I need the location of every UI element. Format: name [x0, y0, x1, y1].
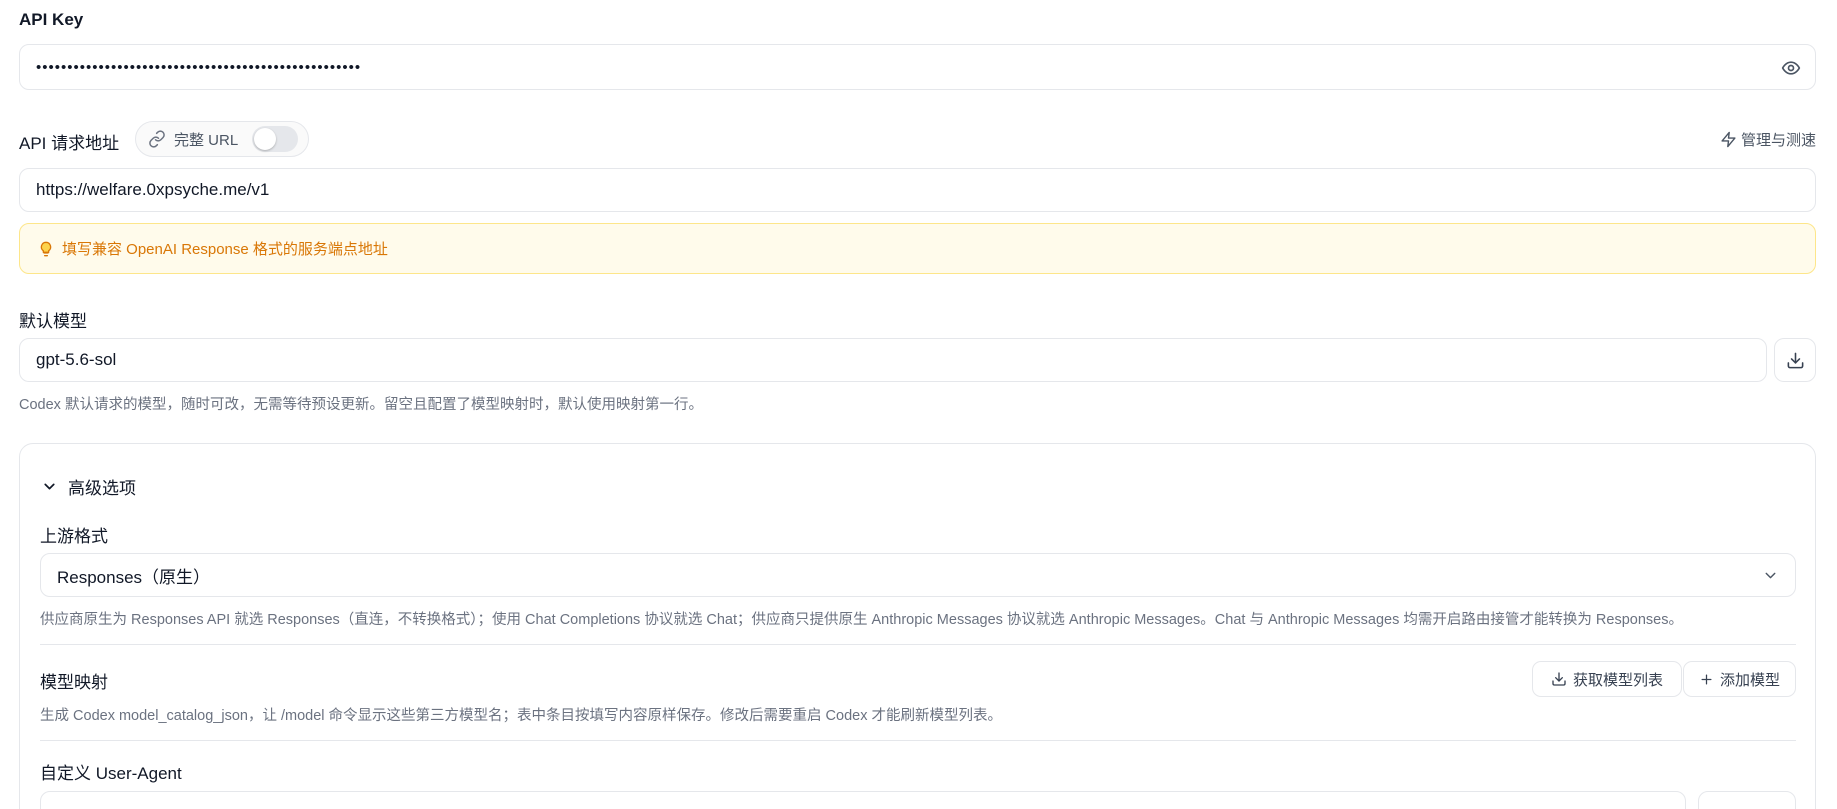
api-key-label: API Key	[19, 10, 84, 29]
api-url-label: API 请求地址	[19, 134, 120, 153]
model-mapping-hint: 生成 Codex model_catalog_json，让 /model 命令显…	[40, 708, 1002, 724]
lightbulb-icon	[38, 241, 54, 257]
default-model-value: gpt-5.6-sol	[36, 350, 117, 369]
manage-speedtest-button[interactable]: 管理与测速	[1720, 129, 1816, 150]
fetch-model-list-button[interactable]: 获取模型列表	[1532, 661, 1682, 697]
fetch-model-list-label: 获取模型列表	[1572, 671, 1663, 689]
user-agent-action-button[interactable]	[1698, 791, 1796, 809]
divider	[40, 644, 1796, 645]
api-key-input[interactable]: ••••••••••••••••••••••••••••••••••••••••…	[19, 44, 1816, 90]
upstream-format-hint: 供应商原生为 Responses API 就选 Responses（直连，不转换…	[40, 612, 1683, 628]
eye-icon[interactable]	[1781, 58, 1801, 78]
add-model-label: 添加模型	[1719, 671, 1780, 689]
chevron-down-icon	[41, 478, 58, 495]
link-icon	[148, 130, 166, 148]
default-model-input[interactable]: gpt-5.6-sol	[19, 338, 1767, 382]
api-key-value: ••••••••••••••••••••••••••••••••••••••••…	[36, 58, 362, 76]
switch-knob	[254, 128, 277, 150]
model-mapping-label: 模型映射	[40, 673, 108, 692]
advanced-options-toggle[interactable]: 高级选项	[41, 474, 136, 499]
api-url-notice: 填写兼容 OpenAI Response 格式的服务端点地址	[19, 223, 1816, 274]
default-model-label: 默认模型	[19, 312, 87, 331]
download-icon	[1551, 671, 1567, 687]
user-agent-label: 自定义 User-Agent	[40, 764, 182, 783]
download-icon	[1786, 351, 1805, 370]
full-url-switch[interactable]	[252, 126, 299, 152]
notice-text: 填写兼容 OpenAI Response 格式的服务端点地址	[62, 241, 388, 258]
download-model-button[interactable]	[1774, 338, 1816, 382]
add-model-button[interactable]: 添加模型	[1683, 661, 1796, 697]
upstream-format-value: Responses（原生）	[57, 567, 211, 587]
user-agent-input[interactable]	[40, 791, 1686, 809]
advanced-options-title: 高级选项	[68, 479, 136, 498]
chevron-down-icon	[1762, 567, 1779, 584]
plus-icon	[1699, 672, 1714, 687]
upstream-format-select[interactable]: Responses（原生）	[40, 553, 1796, 597]
upstream-format-label: 上游格式	[40, 527, 108, 546]
full-url-toggle-group[interactable]: 完整 URL	[135, 121, 310, 157]
full-url-label: 完整 URL	[174, 131, 239, 149]
manage-speedtest-label: 管理与测速	[1740, 132, 1816, 149]
api-url-value: https://welfare.0xpsyche.me/v1	[36, 180, 270, 199]
default-model-hint: Codex 默认请求的模型，随时可改，无需等待预设更新。留空且配置了模型映射时，…	[19, 397, 703, 413]
divider	[40, 740, 1796, 741]
lightning-icon	[1720, 131, 1737, 148]
api-url-input[interactable]: https://welfare.0xpsyche.me/v1	[19, 168, 1816, 212]
